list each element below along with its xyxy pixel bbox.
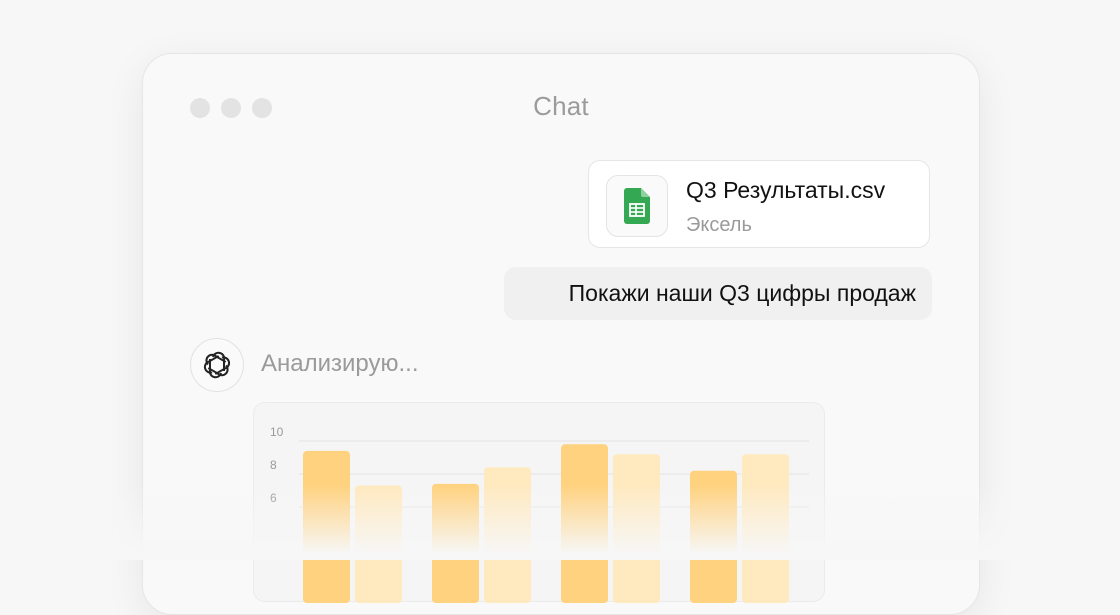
spreadsheet-icon — [606, 175, 668, 237]
assistant-avatar — [190, 338, 244, 392]
attachment-file-name: Q3 Результаты.csv — [686, 177, 886, 203]
attachment-file-type: Эксель — [686, 214, 752, 236]
sales-bar-chart: 10 8 6 — [270, 425, 809, 603]
attachment-card[interactable]: Q3 Результаты.csv Эксель — [588, 160, 930, 248]
chat-window: Chat Q3 Результаты.csv Эксель Покажи наш… — [142, 53, 980, 615]
chart-bar — [690, 470, 737, 603]
chart-bar — [303, 450, 350, 603]
chart-bar — [561, 444, 608, 603]
y-tick-label: 8 — [270, 458, 277, 472]
user-message: Покажи наши Q3 цифры продаж — [504, 267, 932, 320]
openai-logo-icon — [203, 351, 231, 379]
y-tick-label: 10 — [270, 425, 284, 439]
chart-bar — [613, 454, 660, 603]
window-title: Chat — [533, 91, 589, 121]
sales-chart-card: 10 8 6 — [253, 402, 825, 603]
chart-bar — [432, 483, 479, 603]
y-tick-label: 6 — [270, 491, 277, 505]
user-message-text: Покажи наши Q3 цифры продаж — [568, 280, 916, 306]
assistant-status-text: Анализирую... — [261, 350, 419, 377]
chart-bar — [484, 467, 531, 603]
chart-bar — [355, 485, 402, 603]
chart-bar — [742, 454, 789, 603]
